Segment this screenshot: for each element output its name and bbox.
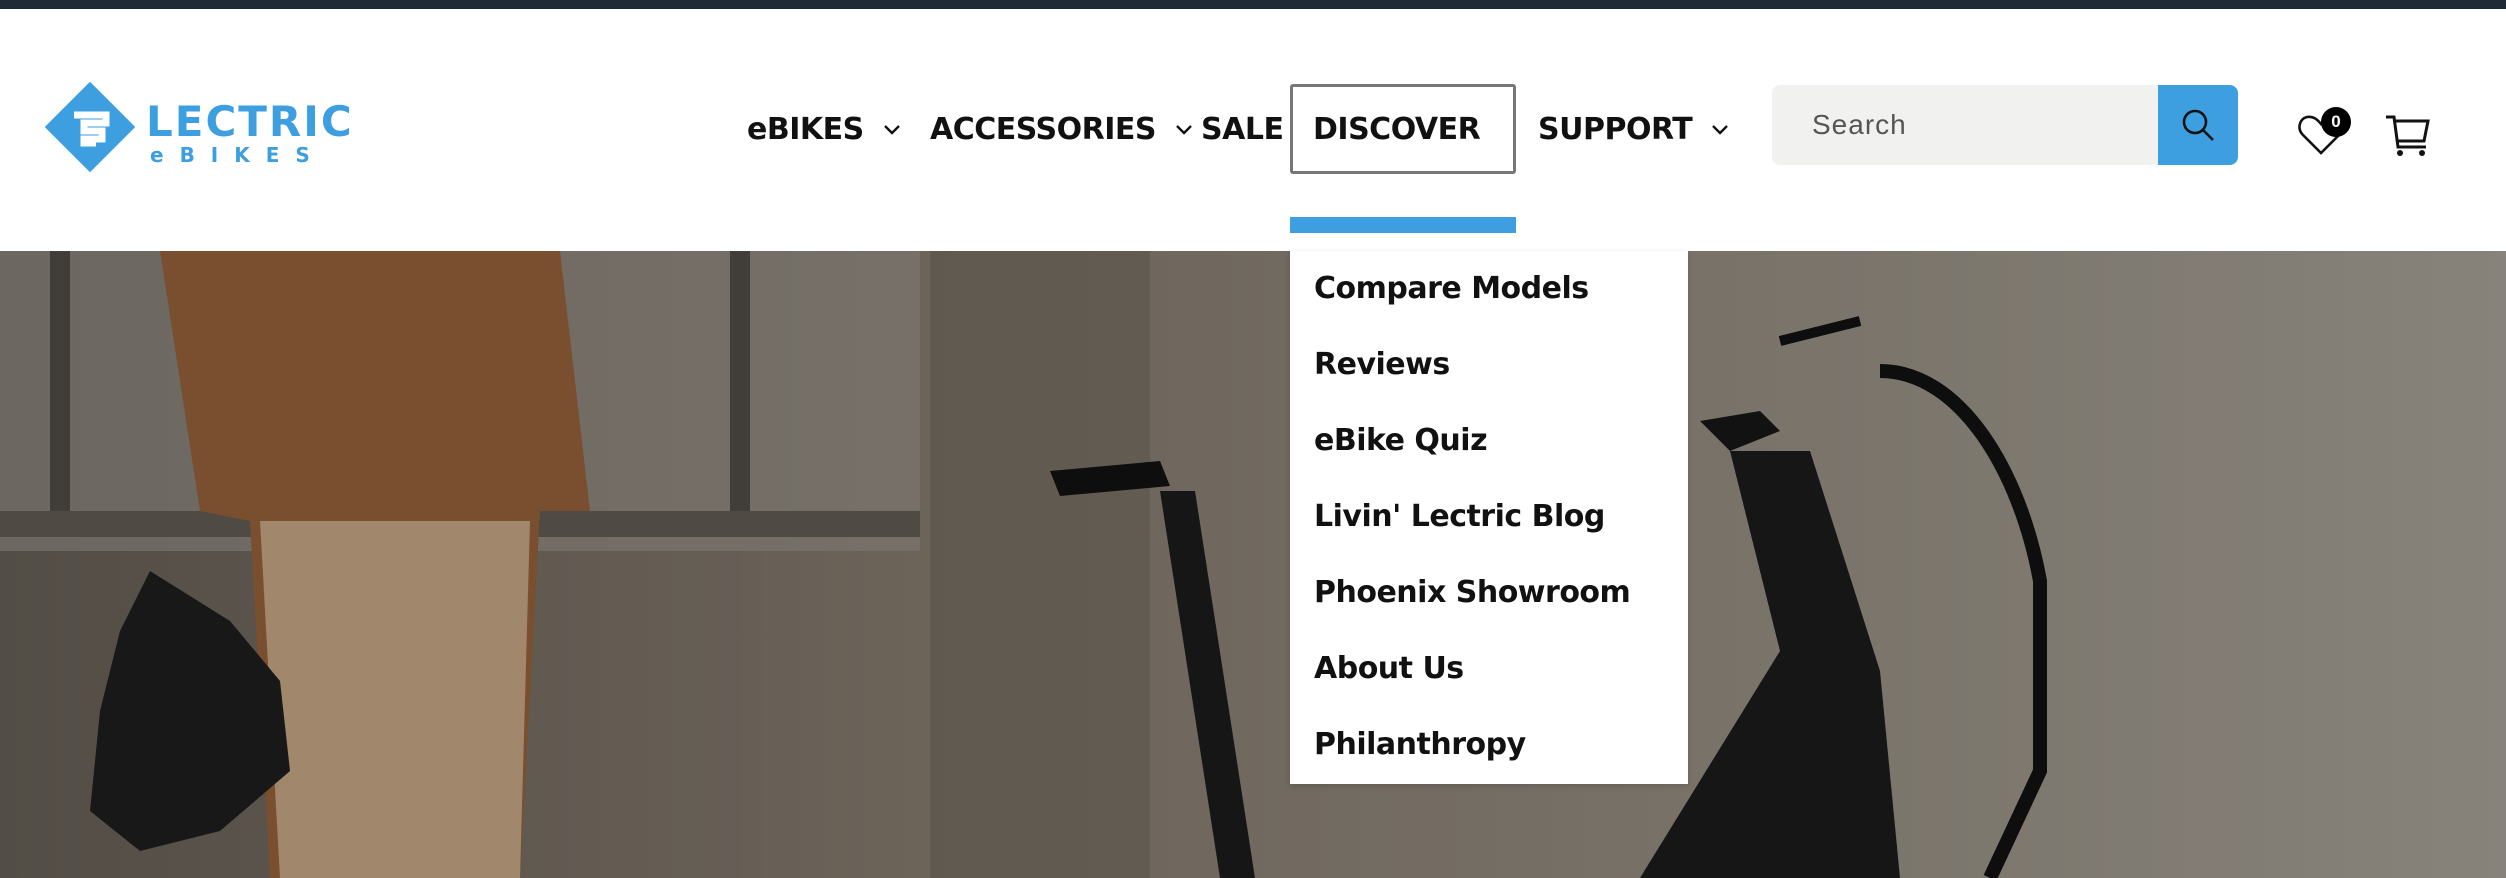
- nav-ebikes[interactable]: eBIKES: [747, 84, 902, 174]
- chevron-down-icon: [1176, 125, 1192, 135]
- menu-item-philanthropy[interactable]: Philanthropy: [1314, 727, 1526, 762]
- logo-mark-icon: [44, 81, 136, 173]
- brand-name: LECTRIC: [146, 97, 354, 146]
- site-header: LECTRIC eBIKES eBIKES ACCESSORIES SALE D…: [0, 9, 2506, 251]
- nav-sale[interactable]: SALE: [1201, 84, 1284, 174]
- menu-item-about-us[interactable]: About Us: [1314, 651, 1464, 686]
- nav-discover[interactable]: DISCOVER: [1290, 84, 1516, 174]
- brand-logo[interactable]: LECTRIC eBIKES: [44, 81, 354, 181]
- nav-sale-label: SALE: [1201, 111, 1284, 147]
- nav-accessories-label: ACCESSORIES: [930, 111, 1156, 147]
- chevron-down-icon: [883, 125, 900, 135]
- menu-item-compare-models[interactable]: Compare Models: [1314, 271, 1589, 306]
- hero-photo: [0, 251, 2506, 878]
- menu-item-blog[interactable]: Livin' Lectric Blog: [1314, 499, 1605, 534]
- menu-item-phoenix-showroom[interactable]: Phoenix Showroom: [1314, 575, 1631, 610]
- menu-item-reviews[interactable]: Reviews: [1314, 347, 1450, 382]
- brand-tagline: eBIKES: [150, 143, 326, 167]
- nav-support-label: SUPPORT: [1538, 111, 1693, 147]
- cart-button[interactable]: [2384, 111, 2432, 159]
- nav-ebikes-label: eBIKES: [747, 111, 864, 147]
- search-input[interactable]: [1772, 85, 2157, 165]
- wishlist-count-badge: 0: [2321, 107, 2351, 137]
- discover-dropdown-menu: Compare Models Reviews eBike Quiz Livin'…: [1290, 251, 1688, 784]
- menu-item-ebike-quiz[interactable]: eBike Quiz: [1314, 423, 1488, 458]
- nav-discover-label: DISCOVER: [1313, 111, 1481, 147]
- nav-support[interactable]: SUPPORT: [1538, 84, 1730, 174]
- cart-icon: [2386, 115, 2430, 156]
- search-button[interactable]: [2158, 85, 2238, 165]
- nav-active-indicator: [1290, 217, 1516, 233]
- search-icon: [2182, 109, 2214, 141]
- nav-accessories[interactable]: ACCESSORIES: [930, 84, 1194, 174]
- hero-image: [0, 251, 2506, 878]
- top-accent-bar: [0, 0, 2506, 9]
- chevron-down-icon: [1712, 125, 1729, 135]
- search-bar: [1772, 85, 2238, 165]
